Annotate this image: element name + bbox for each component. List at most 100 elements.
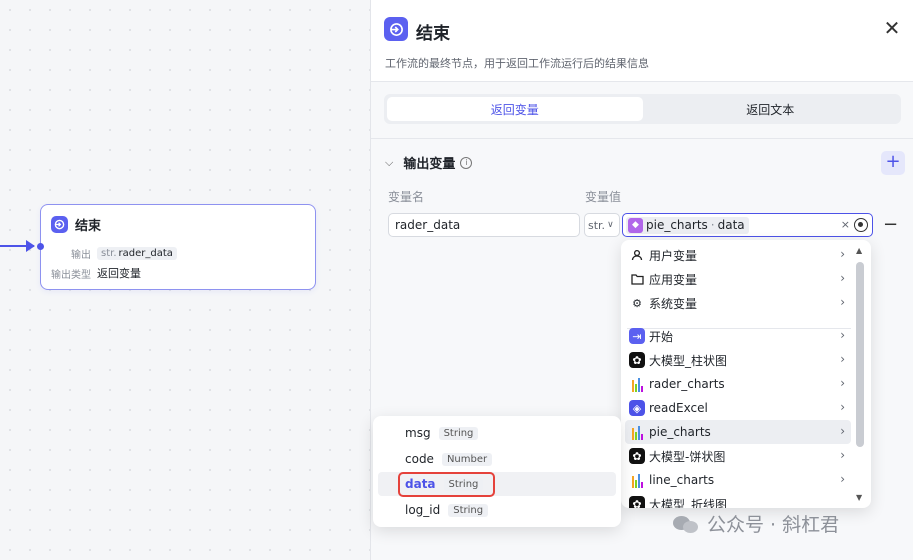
target-icon[interactable] (854, 218, 868, 232)
info-icon[interactable]: i (460, 156, 473, 169)
chevron-right-icon: › (840, 271, 845, 285)
dropdown-item-label: 大模型_折线图 (649, 497, 728, 509)
panel-header: 结束 ✕ 工作流的最终节点，用于返回工作流运行后的结果信息 (371, 0, 913, 82)
start-icon: ⇥ (629, 328, 645, 344)
col-name-label: 变量名 (388, 190, 425, 204)
node-output-kind-value: 返回变量 (97, 267, 141, 280)
output-section-header[interactable]: ⌵ 输出变量 i (385, 153, 473, 172)
field-item-msg[interactable]: msg String (378, 421, 616, 445)
ref-node-name: pie_charts (646, 218, 708, 232)
field-type-badge: String (448, 503, 489, 517)
llm-icon: ✿ (629, 352, 645, 368)
dropdown-item-rader-charts[interactable]: rader_charts › (625, 372, 851, 396)
node-output-label: 输出 (71, 249, 91, 261)
dropdown-item-llm-pie[interactable]: ✿ 大模型-饼状图 › (625, 444, 851, 468)
dropdown-item-label: 开始 (649, 329, 674, 344)
llm-icon: ✿ (629, 448, 645, 464)
chevron-down-icon[interactable]: ⌵ (385, 156, 393, 170)
field-type-badge: String (438, 426, 479, 440)
field-name: data (405, 477, 436, 491)
chevron-right-icon: › (840, 424, 845, 438)
dropdown-item-app-vars[interactable]: 应用变量 › (625, 267, 851, 291)
cube-icon: ◆ (628, 217, 643, 233)
scrollbar-thumb[interactable] (856, 262, 864, 447)
chevron-right-icon: › (840, 448, 845, 462)
section-title: 输出变量 (403, 157, 456, 172)
field-item-log-id[interactable]: log_id String (378, 498, 616, 522)
field-dropdown: msg String code Number data String log_i… (373, 416, 621, 527)
wechat-icon (673, 514, 701, 534)
node-output-kind-label: 输出类型 (51, 269, 91, 281)
chart-icon (629, 424, 645, 440)
field-item-data[interactable]: data String (378, 472, 616, 497)
chart-icon (629, 376, 645, 392)
dropdown-item-label: 大模型_柱状图 (649, 353, 728, 368)
dropdown-item-label: 大模型-饼状图 (649, 449, 726, 464)
field-item-code[interactable]: code Number (378, 447, 616, 471)
tab-return-variable[interactable]: 返回变量 (387, 97, 643, 121)
chevron-right-icon: › (840, 328, 845, 342)
dropdown-item-label: 应用变量 (649, 272, 698, 287)
end-node-icon (384, 17, 408, 41)
variable-name-input[interactable] (388, 213, 580, 237)
field-type-badge: String (443, 477, 484, 491)
field-name: log_id (405, 503, 441, 517)
chevron-right-icon: › (840, 376, 845, 390)
dropdown-item-llm-bar[interactable]: ✿ 大模型_柱状图 › (625, 348, 851, 372)
watermark: 公众号 · 斜杠君 (673, 510, 839, 537)
output-mode-tabs: 返回变量 返回文本 (384, 94, 901, 124)
type-select-value: str. (588, 218, 606, 232)
type-select[interactable]: str. ∨ (584, 213, 620, 237)
dropdown-item-pie-charts[interactable]: pie_charts › (625, 420, 851, 444)
dropdown-item-label: pie_charts (649, 425, 711, 439)
variable-ref-tag: ◆ pie_charts · data (626, 216, 749, 234)
dropdown-item-read-excel[interactable]: ◈ readExcel › (625, 396, 851, 420)
chevron-down-icon: ∨ (607, 220, 614, 230)
variable-dropdown: 用户变量 › 应用变量 › ⚙ 系统变量 › ⇥ 开始 › ✿ 大模型_柱状图 … (621, 240, 871, 508)
clear-icon[interactable]: × (841, 218, 850, 231)
node-title: 结束 (75, 218, 102, 234)
ref-separator: · (710, 218, 715, 232)
dropdown-item-label: 用户变量 (649, 248, 698, 263)
dropdown-item-system-vars[interactable]: ⚙ 系统变量 › (625, 291, 851, 315)
divider (371, 138, 913, 139)
dropdown-item-label: line_charts (649, 473, 715, 487)
scroll-down-icon[interactable]: ▼ (856, 493, 862, 502)
workflow-canvas[interactable]: 结束 输出 str. rader_data 输出类型 返回变量 (0, 0, 370, 560)
dropdown-item-label: 系统变量 (649, 296, 698, 311)
gear-icon: ⚙ (632, 296, 642, 310)
node-input-port[interactable] (37, 243, 44, 250)
node-output-var: rader_data (118, 247, 173, 259)
dropdown-item-line-charts[interactable]: line_charts › (625, 468, 851, 492)
tab-return-text[interactable]: 返回文本 (643, 97, 899, 121)
add-variable-button[interactable]: + (881, 151, 905, 175)
edge-arrow-icon (26, 240, 35, 252)
remove-variable-button[interactable]: − (883, 214, 898, 235)
chevron-right-icon: › (840, 247, 845, 261)
user-icon (629, 247, 645, 263)
dropdown-item-start[interactable]: ⇥ 开始 › (625, 324, 851, 348)
dropdown-item-llm-line[interactable]: ✿ 大模型_折线图 (625, 492, 851, 508)
scroll-up-icon[interactable]: ▲ (856, 246, 862, 255)
node-output-type: str. (101, 247, 117, 259)
code-icon: ◈ (629, 400, 645, 416)
dropdown-item-label: rader_charts (649, 377, 725, 391)
dropdown-item-user-vars[interactable]: 用户变量 › (625, 243, 851, 267)
chevron-right-icon: › (840, 295, 845, 309)
field-name: msg (405, 426, 431, 440)
chart-icon (629, 472, 645, 488)
end-node-card[interactable]: 结束 输出 str. rader_data 输出类型 返回变量 (37, 204, 316, 290)
chevron-right-icon: › (840, 352, 845, 366)
ref-field-name: data (717, 218, 745, 232)
folder-icon (629, 271, 645, 287)
chevron-right-icon: › (840, 400, 845, 414)
variable-value-select[interactable]: ◆ pie_charts · data × (622, 213, 873, 237)
llm-icon: ✿ (629, 496, 645, 508)
dropdown-scrollbar[interactable]: ▲ ▼ (853, 244, 867, 504)
end-node-icon (51, 215, 68, 233)
field-type-badge: Number (441, 452, 493, 466)
chevron-right-icon: › (840, 472, 845, 486)
watermark-text: 公众号 · 斜杠君 (707, 514, 840, 536)
panel-description: 工作流的最终节点，用于返回工作流运行后的结果信息 (385, 57, 649, 70)
close-icon[interactable]: ✕ (881, 17, 903, 39)
